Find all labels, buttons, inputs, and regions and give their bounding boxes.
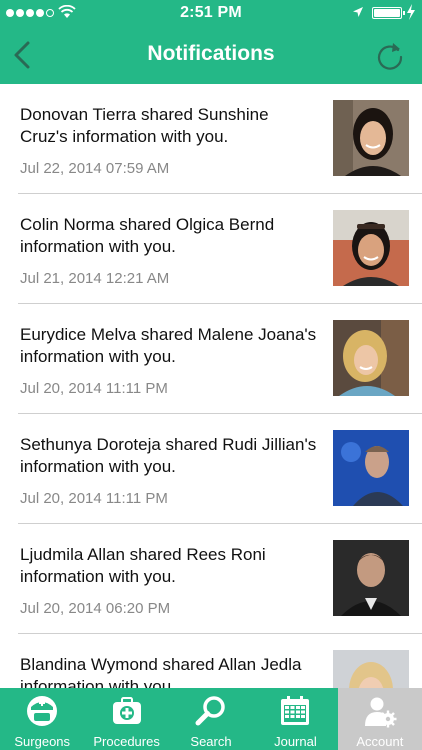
tab-procedures[interactable]: Procedures — [84, 688, 168, 750]
notification-date: Jul 20, 2014 11:11 PM — [20, 380, 168, 397]
tab-label: Journal — [274, 734, 317, 749]
avatar — [333, 650, 409, 688]
notification-item[interactable]: Sethunya Doroteja shared Rudi Jillian's … — [0, 414, 422, 524]
surgeon-icon — [27, 696, 58, 726]
notification-message: Sethunya Doroteja shared Rudi Jillian's … — [20, 435, 317, 476]
status-bar: 2:51 PM — [0, 0, 422, 26]
notification-message: Donovan Tierra shared Sunshine Cruz's in… — [20, 105, 269, 146]
tab-account[interactable]: Account — [337, 688, 422, 750]
medical-kit-icon — [112, 697, 141, 724]
calendar-icon — [281, 696, 310, 725]
avatar — [333, 100, 409, 176]
page-title: Notifications — [147, 42, 275, 65]
notification-list[interactable]: Donovan Tierra shared Sunshine Cruz's in… — [0, 84, 422, 688]
tab-label: Search — [190, 734, 232, 749]
avatar — [333, 320, 409, 396]
tab-journal[interactable]: Journal — [253, 688, 337, 750]
notification-item[interactable]: Eurydice Melva shared Malene Joana's inf… — [0, 304, 422, 414]
avatar — [333, 210, 409, 286]
avatar — [333, 540, 409, 616]
notification-date: Jul 22, 2014 07:59 AM — [20, 160, 170, 177]
charging-bolt-icon — [407, 4, 415, 20]
tab-surgeons[interactable]: Surgeons — [0, 688, 84, 750]
notification-message: Eurydice Melva shared Malene Joana's inf… — [20, 325, 317, 366]
battery-nub — [403, 11, 405, 15]
notification-date: Jul 20, 2014 11:11 PM — [20, 490, 168, 507]
location-arrow-icon — [353, 7, 363, 17]
search-icon — [195, 696, 225, 726]
notification-item[interactable]: Blandina Wymond shared Allan Jedla infor… — [0, 634, 422, 688]
notification-message: Ljudmila Allan shared Rees Roni informat… — [20, 545, 266, 586]
tab-bar: Surgeons Procedures Search Journal Accou… — [0, 688, 422, 750]
tab-label: Account — [356, 734, 404, 749]
refresh-icon[interactable] — [374, 40, 406, 72]
tab-label: Surgeons — [14, 734, 71, 749]
account-settings-icon — [364, 697, 397, 728]
avatar — [333, 430, 409, 506]
navigation-bar: Notifications — [0, 26, 422, 84]
tab-search[interactable]: Search — [169, 688, 253, 750]
notification-item[interactable]: Donovan Tierra shared Sunshine Cruz's in… — [0, 84, 422, 194]
notification-date: Jul 21, 2014 12:21 AM — [20, 270, 170, 287]
tab-label: Procedures — [93, 734, 160, 749]
notification-item[interactable]: Ljudmila Allan shared Rees Roni informat… — [0, 524, 422, 634]
battery-fill — [374, 9, 400, 17]
notification-message: Colin Norma shared Olgica Bernd informat… — [20, 215, 275, 256]
notification-item[interactable]: Colin Norma shared Olgica Bernd informat… — [0, 194, 422, 304]
notification-message: Blandina Wymond shared Allan Jedla infor… — [20, 655, 302, 688]
battery-icon — [372, 7, 405, 19]
notification-date: Jul 20, 2014 06:20 PM — [20, 600, 171, 617]
